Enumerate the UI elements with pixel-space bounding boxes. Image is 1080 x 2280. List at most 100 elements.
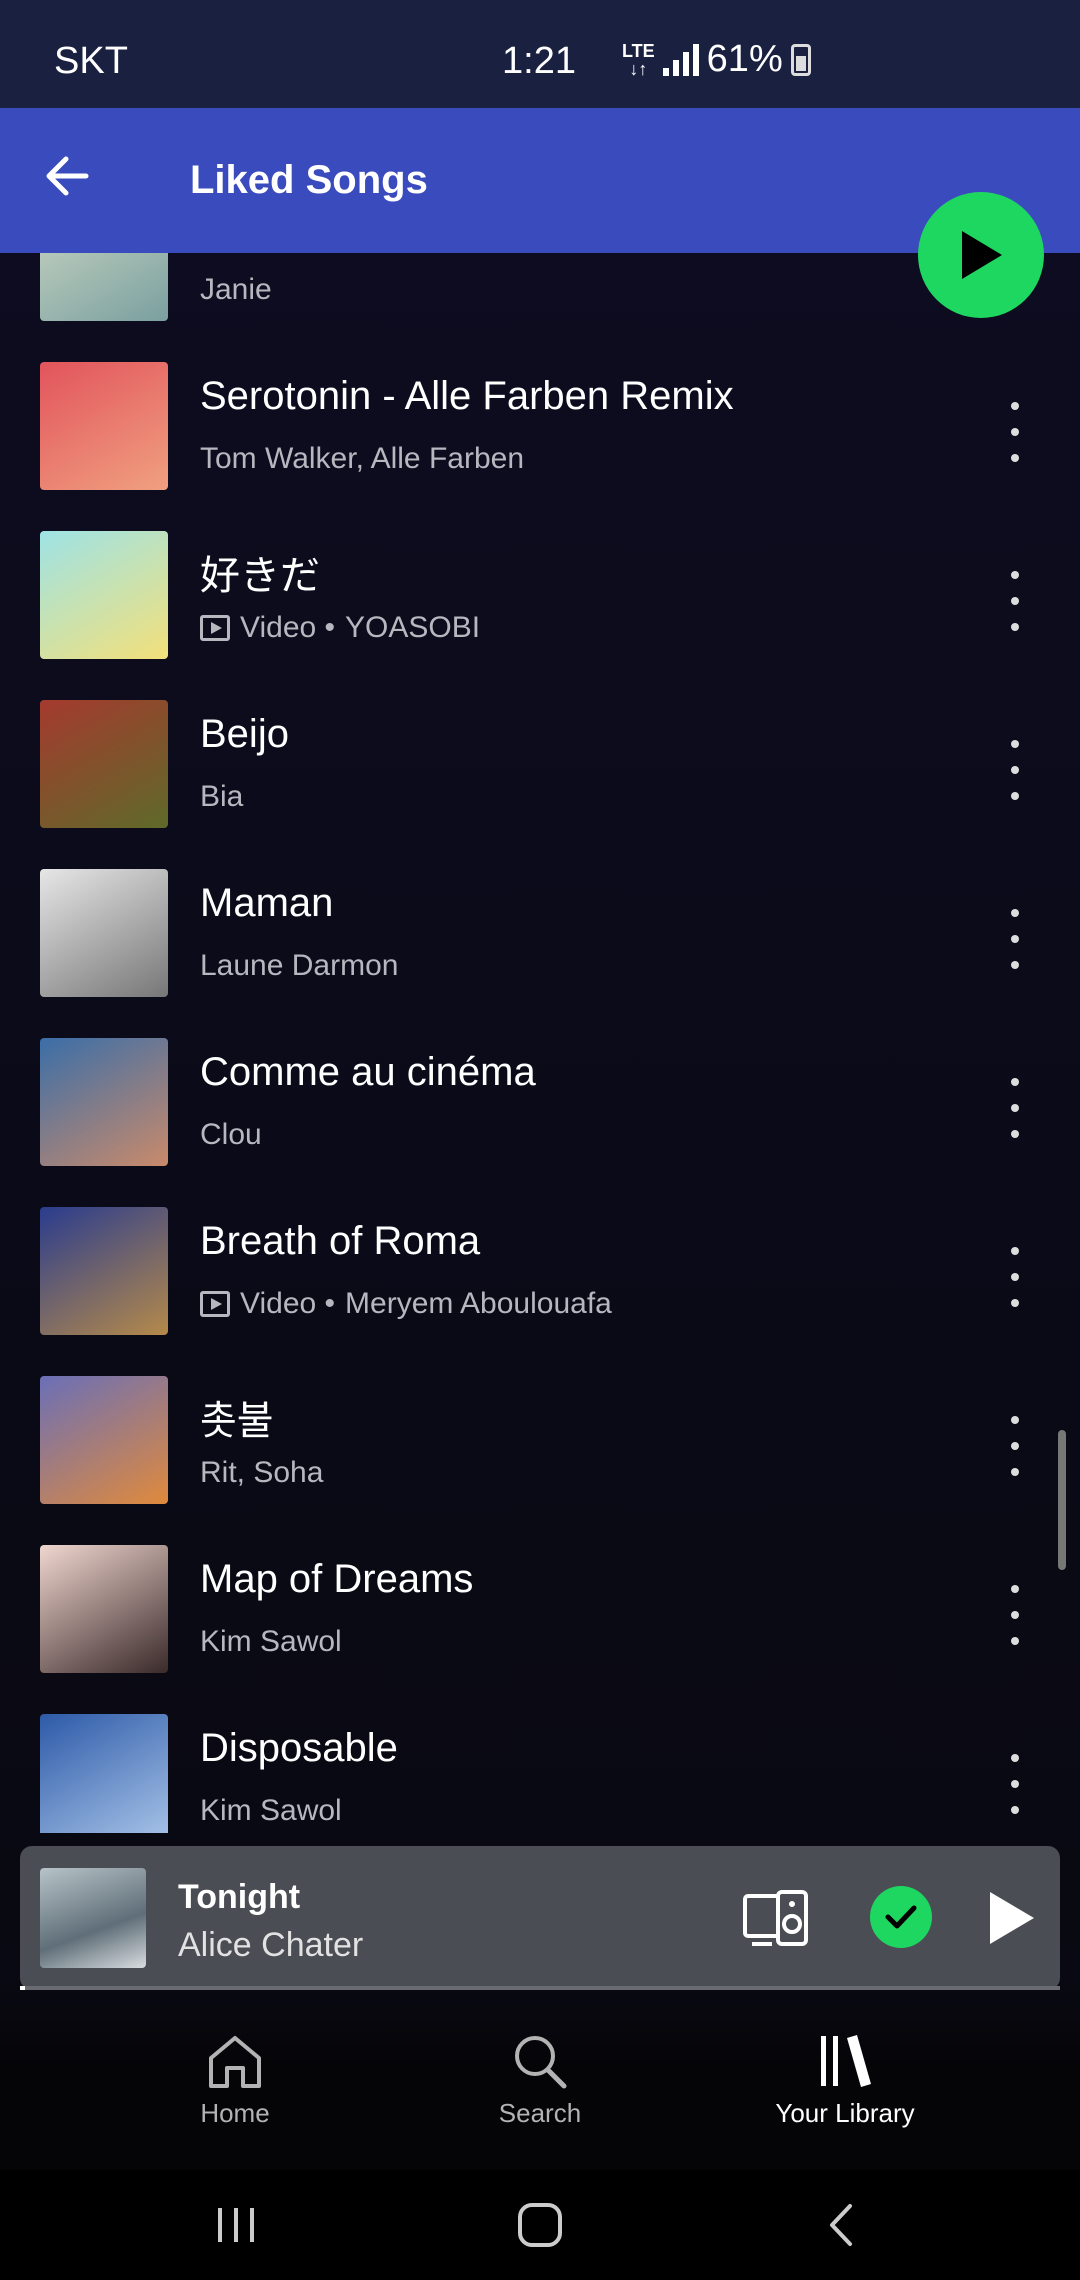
song-artist: YOASOBI (345, 611, 481, 644)
song-artist: Kim Sawol (200, 1794, 342, 1827)
playback-progress (20, 1986, 1060, 1990)
more-options-icon[interactable] (1000, 1585, 1030, 1645)
more-options-icon[interactable] (1000, 909, 1030, 969)
song-row[interactable]: 촛불 Rit, Soha (0, 1356, 1080, 1525)
song-subtitle: Rit, Soha (200, 1456, 323, 1490)
song-artist: Laune Darmon (200, 949, 399, 982)
nav-search-label: Search (498, 2098, 582, 2128)
recent-apps-icon[interactable] (206, 2200, 266, 2250)
battery-icon (790, 43, 811, 76)
song-artist: Clou (200, 1118, 262, 1151)
song-title: Comme au cinéma (200, 1050, 536, 1094)
connect-device-icon[interactable] (742, 1888, 810, 1948)
song-row[interactable]: Map of Dreams Kim Sawol (0, 1525, 1080, 1694)
more-options-icon[interactable] (1000, 1416, 1030, 1476)
app-screen: SKT 1:21 LTE ↓↑ 61% Liked Songs Janie Sero… (0, 0, 1080, 2280)
carrier-label: SKT (54, 40, 128, 82)
song-artist: Janie (200, 273, 272, 306)
album-artwork (40, 1376, 168, 1504)
signal-icon (662, 43, 699, 76)
back-arrow-icon[interactable] (38, 146, 98, 206)
home-button-icon[interactable] (510, 2200, 570, 2250)
song-subtitle: Janie (200, 273, 272, 307)
song-title: Breath of Roma (200, 1219, 481, 1263)
song-artist: Kim Sawol (200, 1625, 342, 1658)
song-row[interactable]: Breath of Roma Video • Meryem Aboulouafa (0, 1187, 1080, 1356)
now-playing-title: Tonight (178, 1878, 301, 1916)
more-options-icon[interactable] (1000, 740, 1030, 800)
song-title: Maman (200, 881, 334, 925)
liked-check-icon[interactable] (870, 1886, 932, 1948)
song-title: Disposable (200, 1726, 398, 1770)
nav-search[interactable]: Search (440, 2032, 640, 2129)
song-row[interactable]: Serotonin - Alle Farben Remix Tom Walker,… (0, 342, 1080, 511)
video-label: Video • (240, 1287, 336, 1320)
nav-home-label: Home (200, 2098, 270, 2128)
album-artwork (40, 362, 168, 490)
bottom-nav: Home Search Your Library (0, 2000, 1080, 2170)
mini-player[interactable]: Tonight Alice Chater (20, 1846, 1060, 1990)
song-subtitle: Video • YOASOBI (200, 611, 480, 645)
song-row[interactable]: Beijo Bia (0, 680, 1080, 849)
album-artwork (40, 253, 168, 321)
clock: 1:21 (502, 40, 576, 82)
more-options-icon[interactable] (1000, 402, 1030, 462)
search-icon (515, 2036, 567, 2089)
song-row[interactable]: Disposable Kim Sawol (0, 1694, 1080, 1833)
now-playing-artwork (40, 1868, 146, 1968)
mini-play-icon[interactable] (984, 1888, 1038, 1948)
album-artwork (40, 1207, 168, 1335)
system-navigation-bar (0, 2170, 1080, 2280)
song-subtitle: Video • Meryem Aboulouafa (200, 1287, 612, 1321)
album-artwork (40, 1038, 168, 1166)
nav-home[interactable]: Home (135, 2032, 335, 2129)
app-header: Liked Songs (0, 108, 1080, 253)
library-icon (821, 2035, 871, 2087)
song-artist: Tom Walker, Alle Farben (200, 442, 525, 475)
song-list[interactable]: Janie Serotonin - Alle Farben Remix Tom Wa… (0, 253, 1080, 1833)
song-artist: Meryem Aboulouafa (345, 1287, 612, 1320)
album-artwork (40, 700, 168, 828)
song-title: Map of Dreams (200, 1557, 474, 1601)
play-icon (962, 231, 1002, 279)
play-button[interactable] (918, 192, 1044, 318)
song-subtitle: Tom Walker, Alle Farben (200, 442, 524, 476)
status-bar: SKT 1:21 LTE ↓↑ 61% (0, 0, 1080, 108)
more-options-icon[interactable] (1000, 1247, 1030, 1307)
album-artwork (40, 869, 168, 997)
page-title: Liked Songs (190, 158, 428, 202)
song-artist: Bia (200, 780, 244, 813)
more-options-icon[interactable] (1000, 1754, 1030, 1814)
song-row[interactable]: Janie (0, 253, 1080, 342)
song-subtitle: Kim Sawol (200, 1794, 342, 1828)
album-artwork (40, 531, 168, 659)
lte-icon: LTE ↓↑ (622, 40, 655, 79)
song-artist: Rit, Soha (200, 1456, 324, 1489)
now-playing-artist: Alice Chater (178, 1926, 364, 1964)
album-artwork (40, 1545, 168, 1673)
nav-library[interactable]: Your Library (745, 2032, 945, 2129)
song-title: Beijo (200, 712, 289, 756)
song-row[interactable]: Comme au cinéma Clou (0, 1018, 1080, 1187)
song-title: 촛불 (200, 1399, 274, 1443)
album-artwork (40, 1714, 168, 1833)
back-button-icon[interactable] (812, 2200, 872, 2250)
more-options-icon[interactable] (1000, 1078, 1030, 1138)
song-title: Serotonin - Alle Farben Remix (200, 374, 734, 418)
more-options-icon[interactable] (1000, 571, 1030, 631)
battery-percent: 61% (706, 38, 783, 80)
video-icon (200, 615, 230, 641)
home-icon (209, 2036, 261, 2088)
song-subtitle: Bia (200, 780, 243, 814)
nav-library-label: Your Library (775, 2098, 915, 2128)
song-row[interactable]: Maman Laune Darmon (0, 849, 1080, 1018)
song-row[interactable]: 好きだ Video • YOASOBI (0, 511, 1080, 680)
status-icons: LTE ↓↑ 61% (622, 38, 811, 81)
video-icon (200, 1291, 230, 1317)
song-subtitle: Kim Sawol (200, 1625, 342, 1659)
song-subtitle: Clou (200, 1118, 262, 1152)
song-title: 好きだ (200, 554, 320, 598)
video-label: Video • (240, 611, 336, 644)
song-subtitle: Laune Darmon (200, 949, 398, 983)
scrollbar[interactable] (1058, 1430, 1066, 1570)
